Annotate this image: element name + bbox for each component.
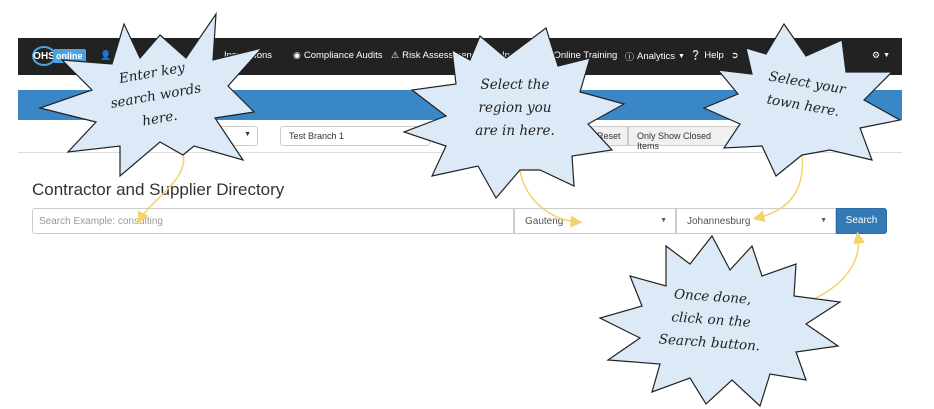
callout-region-line-1: Select the: [480, 77, 550, 93]
callout-region-line-2: region you: [478, 100, 552, 116]
callout-done: Once done, click on the Search button.: [644, 282, 778, 360]
arrow-search: [799, 231, 865, 306]
arrow-keywords: [137, 151, 185, 225]
callout-overlay: [37, 11, 902, 408]
callout-region: Select the region you are in here.: [455, 74, 575, 143]
callout-region-line-3: are in here.: [475, 123, 555, 139]
